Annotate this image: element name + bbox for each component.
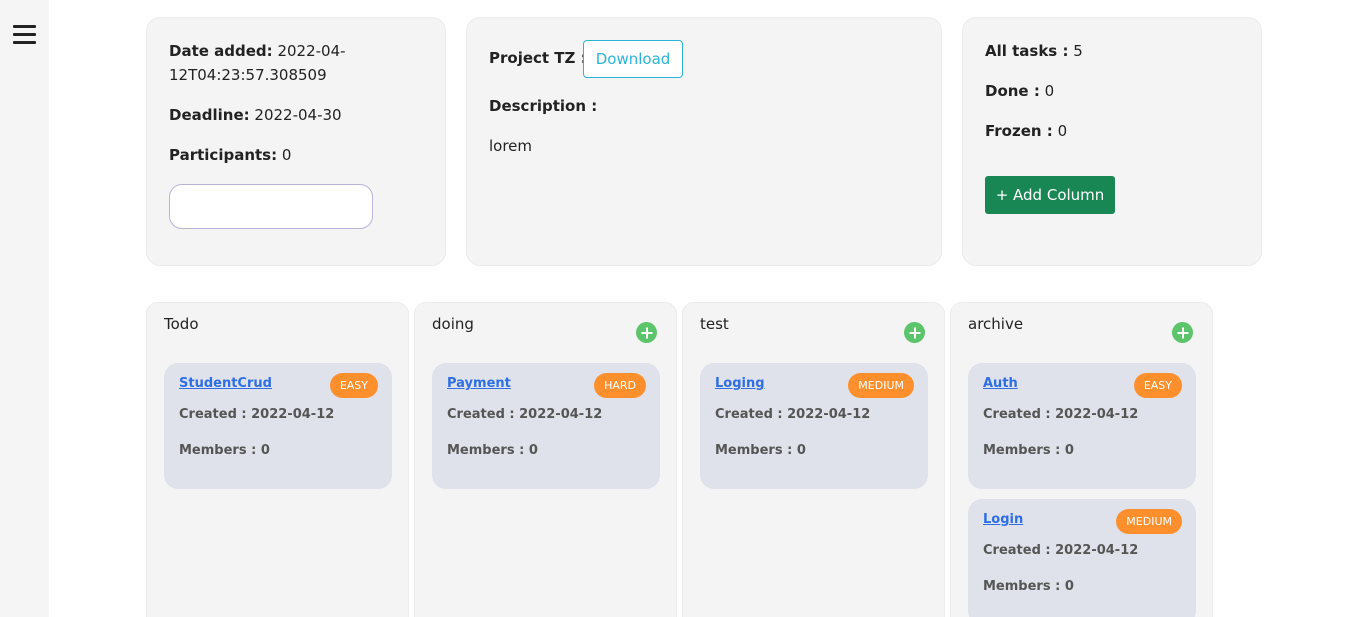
deadline-label: Deadline: [169, 106, 250, 124]
task-card[interactable]: Loging MEDIUM Created : 2022-04-12 Membe… [700, 363, 928, 489]
task-link[interactable]: Login [983, 512, 1023, 527]
task-created: Created : 2022-04-12 [447, 407, 603, 422]
column-archive: archive Auth EASY Created : 2022-04-12 M… [950, 302, 1213, 617]
project-details-card: Project TZ : Download Description : lore… [466, 17, 942, 266]
column-title: doing [432, 315, 474, 333]
deadline-value: 2022-04-30 [254, 106, 342, 124]
difficulty-badge: MEDIUM [848, 373, 914, 398]
task-link[interactable]: Loging [715, 376, 765, 391]
deadline: Deadline: 2022-04-30 [169, 103, 342, 127]
task-card[interactable]: StudentCrud EASY Created : 2022-04-12 Me… [164, 363, 392, 489]
task-created: Created : 2022-04-12 [983, 543, 1139, 558]
task-members: Members : 0 [179, 443, 270, 458]
project-tz-label: Project TZ : [489, 46, 587, 70]
task-members: Members : 0 [983, 443, 1074, 458]
difficulty-badge: EASY [329, 373, 378, 398]
all-tasks-label: All tasks : [985, 42, 1069, 60]
add-column-button[interactable]: + Add Column [985, 176, 1115, 214]
task-stats-card: All tasks : 5 Done : 0 Frozen : 0 + Add … [962, 17, 1262, 266]
frozen-label: Frozen : [985, 122, 1053, 140]
add-task-icon[interactable] [904, 322, 925, 343]
column-title: test [700, 315, 729, 333]
description-label: Description : [489, 94, 597, 118]
column-title: Todo [164, 315, 199, 333]
hamburger-menu-icon[interactable] [13, 25, 36, 45]
task-created: Created : 2022-04-12 [179, 407, 335, 422]
all-tasks: All tasks : 5 [985, 39, 1083, 63]
project-tz-label-text: Project TZ : [489, 49, 587, 67]
participants-input[interactable] [169, 184, 373, 229]
task-link[interactable]: Payment [447, 376, 511, 391]
add-task-icon[interactable] [636, 322, 657, 343]
project-info-card: Date added: 2022-04- 12T04:23:57.308509 … [146, 17, 446, 266]
date-added-value-1: 2022-04- [277, 42, 346, 60]
task-members: Members : 0 [447, 443, 538, 458]
column-title: archive [968, 315, 1024, 333]
done-value: 0 [1044, 82, 1055, 100]
frozen-value: 0 [1057, 122, 1068, 140]
all-tasks-value: 5 [1073, 42, 1083, 60]
task-link[interactable]: Auth [983, 376, 1018, 391]
task-link[interactable]: StudentCrud [179, 376, 272, 391]
date-added: Date added: 2022-04- 12T04:23:57.308509 [169, 39, 429, 87]
participants-label: Participants: [169, 146, 278, 164]
task-card[interactable]: Auth EASY Created : 2022-04-12 Members :… [968, 363, 1196, 489]
task-card[interactable]: Payment HARD Created : 2022-04-12 Member… [432, 363, 660, 489]
date-added-label: Date added: [169, 42, 273, 60]
difficulty-badge: HARD [594, 373, 646, 398]
download-button[interactable]: Download [583, 40, 683, 78]
done-tasks: Done : 0 [985, 79, 1054, 103]
column-todo: Todo StudentCrud EASY Created : 2022-04-… [146, 302, 409, 617]
column-test: test Loging MEDIUM Created : 2022-04-12 … [682, 302, 945, 617]
task-card[interactable]: Login MEDIUM Created : 2022-04-12 Member… [968, 499, 1196, 617]
description-value: lorem [489, 137, 533, 155]
done-label: Done : [985, 82, 1040, 100]
column-doing: doing Payment HARD Created : 2022-04-12 … [414, 302, 677, 617]
task-members: Members : 0 [983, 579, 1074, 594]
add-task-icon[interactable] [1172, 322, 1193, 343]
frozen-tasks: Frozen : 0 [985, 119, 1067, 143]
task-created: Created : 2022-04-12 [983, 407, 1139, 422]
difficulty-badge: EASY [1133, 373, 1182, 398]
date-added-value-2: 12T04:23:57.308509 [169, 66, 327, 84]
participants: Participants: 0 [169, 143, 291, 167]
participants-value: 0 [281, 146, 292, 164]
task-members: Members : 0 [715, 443, 806, 458]
description-label-text: Description : [489, 97, 598, 115]
difficulty-badge: MEDIUM [1116, 509, 1182, 534]
task-created: Created : 2022-04-12 [715, 407, 871, 422]
sidebar [0, 0, 49, 617]
